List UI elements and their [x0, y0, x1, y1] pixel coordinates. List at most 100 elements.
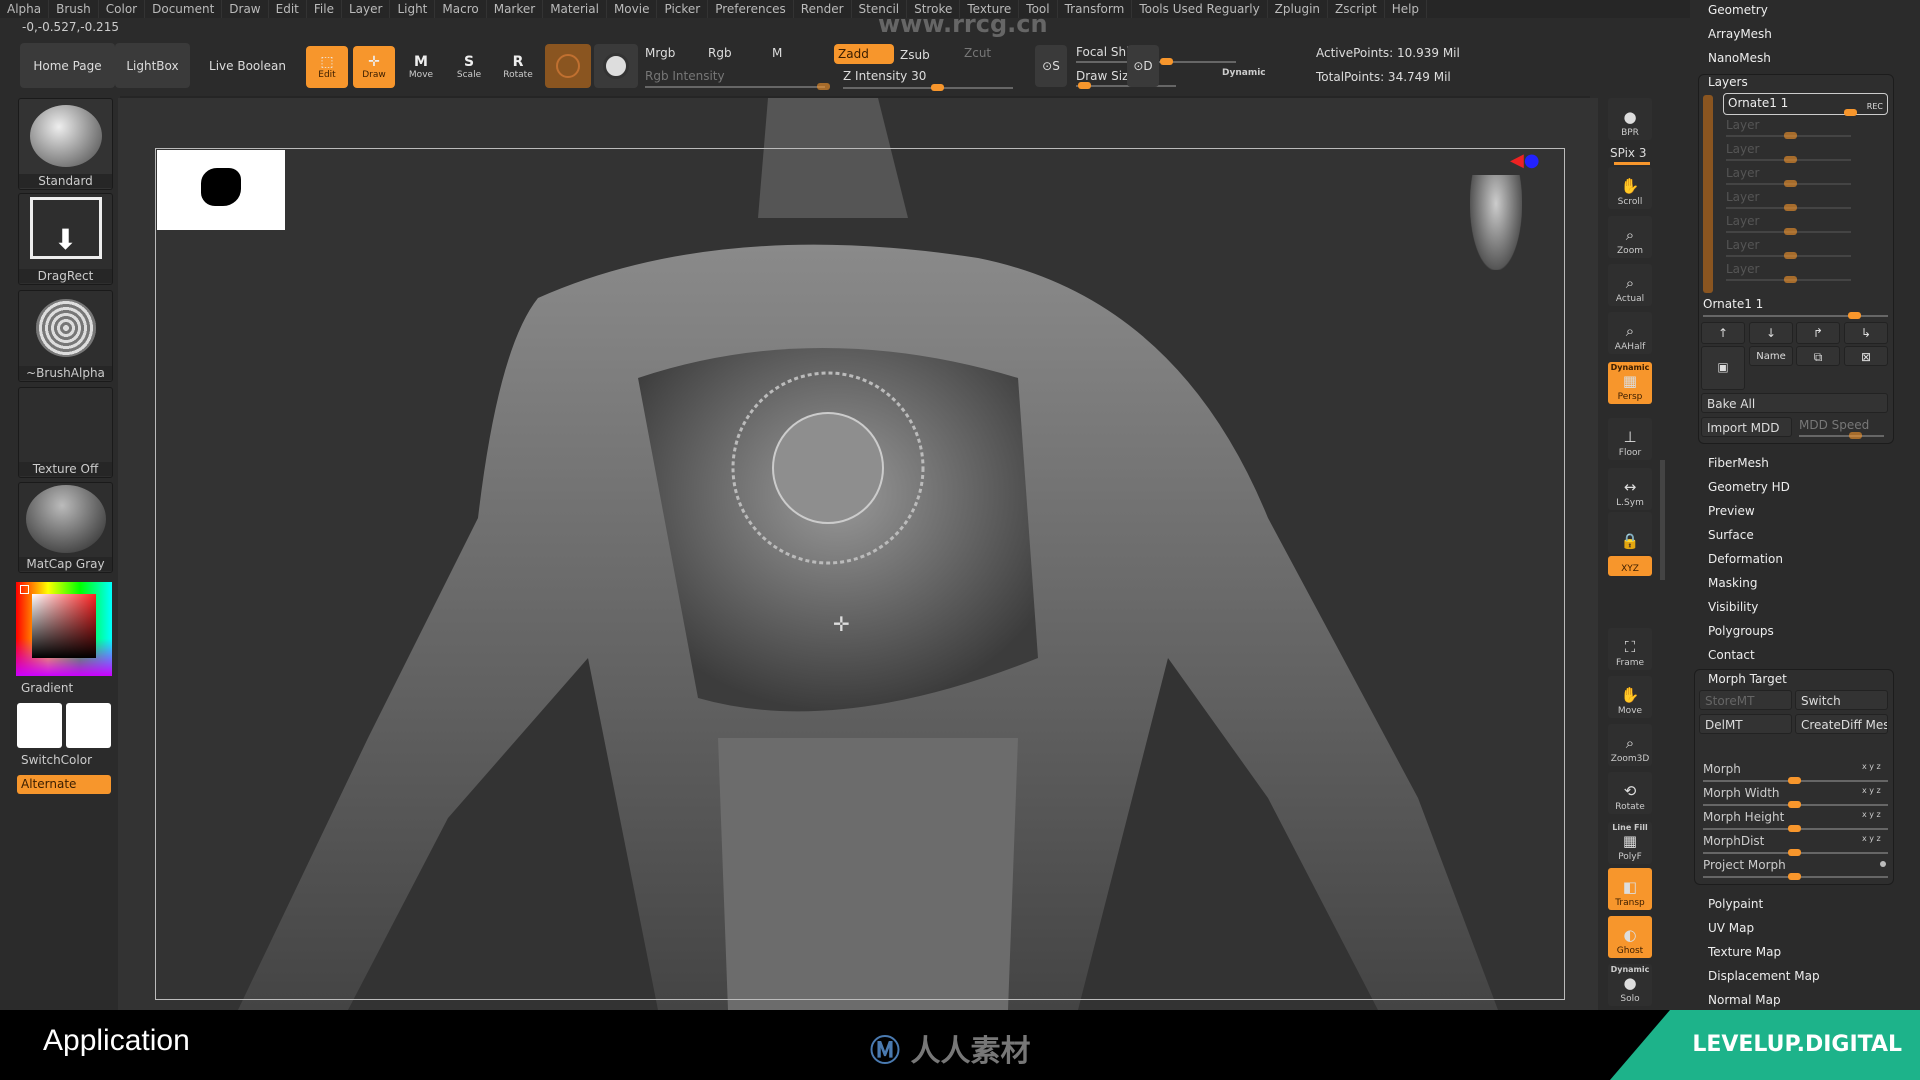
color-picker[interactable] — [16, 582, 112, 676]
edit-button[interactable]: ⬚ Edit — [306, 46, 348, 88]
menu-material[interactable]: Material — [543, 0, 607, 18]
menu-arraymesh[interactable]: ArrayMesh — [1708, 27, 1772, 41]
orientation-head-gizmo[interactable] — [1470, 175, 1522, 270]
menu-masking[interactable]: Masking — [1708, 576, 1757, 590]
menu-brush[interactable]: Brush — [49, 0, 99, 18]
move-layer-up-button[interactable]: ↑ — [1701, 322, 1745, 344]
layer-slot[interactable]: Layer — [1726, 190, 1851, 211]
scroll-button[interactable]: ✋ Scroll — [1608, 167, 1652, 209]
menu-file[interactable]: File — [307, 0, 342, 18]
menu-movie[interactable]: Movie — [607, 0, 658, 18]
menu-alpha[interactable]: Alpha — [0, 0, 50, 18]
next-layer-button[interactable]: ↳ — [1844, 322, 1888, 344]
aahalf-button[interactable]: ⌕ AAHalf — [1608, 312, 1652, 354]
transp-button[interactable]: ◧ Transp — [1608, 868, 1652, 910]
material-button[interactable] — [545, 44, 591, 88]
spix-slider[interactable]: SPix 3 — [1610, 146, 1650, 165]
zcut-button[interactable]: Zcut — [964, 46, 991, 60]
menu-zplugin[interactable]: Zplugin — [1268, 0, 1329, 18]
rename-layer-button[interactable]: Name — [1749, 346, 1793, 366]
rec-button[interactable]: REC — [1867, 102, 1883, 111]
color-square[interactable] — [32, 594, 96, 658]
dynamic-toggle[interactable]: Dynamic — [1222, 68, 1266, 78]
rgb-button[interactable]: Rgb — [708, 46, 732, 60]
menu-color[interactable]: Color — [99, 0, 146, 18]
menu-texture-map[interactable]: Texture Map — [1708, 945, 1781, 959]
active-layer[interactable]: Ornate1 1 REC — [1723, 93, 1888, 116]
menu-preview[interactable]: Preview — [1708, 504, 1755, 518]
bake-all-button[interactable]: Bake All — [1701, 393, 1888, 413]
mrgb-button[interactable]: Mrgb — [645, 46, 675, 60]
menu-displacement-map[interactable]: Displacement Map — [1708, 969, 1820, 983]
focal-s-button[interactable]: ⊙S — [1035, 45, 1067, 87]
draw-d-button[interactable]: ⊙D — [1127, 45, 1159, 87]
mdd-speed-slider[interactable] — [1799, 432, 1884, 439]
rotate-button[interactable]: R Rotate — [497, 46, 539, 88]
home-page-button[interactable]: Home Page — [20, 43, 115, 88]
lightbox-button[interactable]: LightBox — [115, 43, 190, 88]
layers-title[interactable]: Layers — [1708, 75, 1748, 89]
menu-layer[interactable]: Layer — [342, 0, 391, 18]
main-color-swatch[interactable] — [17, 703, 62, 748]
zoom3d-button[interactable]: ⌕ Zoom3D — [1608, 724, 1652, 766]
navigation-thumbnail[interactable] — [157, 150, 285, 230]
live-boolean-button[interactable]: Live Boolean — [200, 43, 295, 88]
floor-button[interactable]: ⊥ Floor — [1608, 418, 1652, 460]
morphdist-slider[interactable] — [1703, 849, 1888, 856]
menu-polygroups[interactable]: Polygroups — [1708, 624, 1774, 638]
zsub-button[interactable]: Zsub — [900, 48, 930, 62]
menu-draw[interactable]: Draw — [222, 0, 269, 18]
gradient-toggle[interactable]: Gradient — [21, 681, 73, 695]
menu-macro[interactable]: Macro — [435, 0, 487, 18]
polyf-button[interactable]: Line Fill ▦ PolyF — [1608, 822, 1652, 864]
menu-preferences[interactable]: Preferences — [708, 0, 794, 18]
project-morph-slider[interactable] — [1703, 873, 1888, 880]
xyz-button[interactable]: XYZ — [1608, 556, 1652, 576]
morph-height-slider[interactable] — [1703, 825, 1888, 832]
xyz-toggle[interactable]: x y z — [1862, 762, 1881, 771]
secondary-color-swatch[interactable] — [66, 703, 111, 748]
move-button[interactable]: ✋ Move — [1608, 676, 1652, 718]
texture-selector[interactable]: Texture Off — [18, 387, 113, 478]
menu-fibermesh[interactable]: FiberMesh — [1708, 456, 1769, 470]
lock-button[interactable]: 🔒 — [1608, 512, 1652, 554]
layer-slot[interactable]: Layer — [1726, 238, 1851, 259]
material-selector[interactable]: MatCap Gray — [18, 482, 113, 573]
morph-slider[interactable] — [1703, 777, 1888, 784]
duplicate-layer-button[interactable]: ⧉ — [1796, 346, 1840, 366]
menu-surface[interactable]: Surface — [1708, 528, 1754, 542]
z-intensity-slider[interactable] — [843, 84, 1013, 91]
menu-contact[interactable]: Contact — [1708, 648, 1755, 662]
switch-button[interactable]: Switch — [1795, 690, 1888, 710]
scale-button[interactable]: S Scale — [448, 46, 490, 88]
menu-document[interactable]: Document — [145, 0, 223, 18]
redo-layer-button[interactable]: ↱ — [1796, 322, 1840, 344]
xyz-toggle[interactable]: x y z — [1862, 810, 1881, 819]
layer-slot[interactable]: Layer — [1726, 166, 1851, 187]
brush-selector[interactable]: Standard — [18, 98, 113, 190]
menu-deformation[interactable]: Deformation — [1708, 552, 1783, 566]
zoom-button[interactable]: ⌕ Zoom — [1608, 216, 1652, 258]
bpr-button[interactable]: ● BPR — [1608, 98, 1652, 140]
move-layer-down-button[interactable]: ↓ — [1749, 322, 1793, 344]
morph-target-title[interactable]: Morph Target — [1708, 672, 1787, 686]
layers-scrollbar[interactable] — [1703, 95, 1713, 293]
delete-layer-button[interactable]: ⊠ — [1844, 346, 1888, 366]
menu-zscript[interactable]: Zscript — [1328, 0, 1385, 18]
menu-tools-used-reguarly[interactable]: Tools Used Reguarly — [1132, 0, 1268, 18]
menu-help[interactable]: Help — [1385, 0, 1428, 18]
shelf-scrollbar[interactable] — [1660, 460, 1665, 580]
sphere-toggle-button[interactable] — [594, 44, 638, 88]
rgb-intensity-slider[interactable] — [645, 83, 830, 90]
layer-slot[interactable]: Layer — [1726, 142, 1851, 163]
store-mt-button[interactable]: StoreMT — [1699, 690, 1792, 710]
create-diff-mesh-button[interactable]: CreateDiff Mesh — [1795, 714, 1888, 734]
frame-button[interactable]: ⛶ Frame — [1608, 628, 1652, 670]
menu-normal-map[interactable]: Normal Map — [1708, 993, 1781, 1007]
persp-button[interactable]: Dynamic ▦ Persp — [1608, 362, 1652, 404]
menu-render[interactable]: Render — [794, 0, 852, 18]
menu-uv-map[interactable]: UV Map — [1708, 921, 1754, 935]
new-layer-button[interactable]: ▣ — [1701, 346, 1745, 390]
solo-button[interactable]: Dynamic ● Solo — [1608, 964, 1652, 1006]
import-mdd-button[interactable]: Import MDD — [1701, 417, 1792, 437]
